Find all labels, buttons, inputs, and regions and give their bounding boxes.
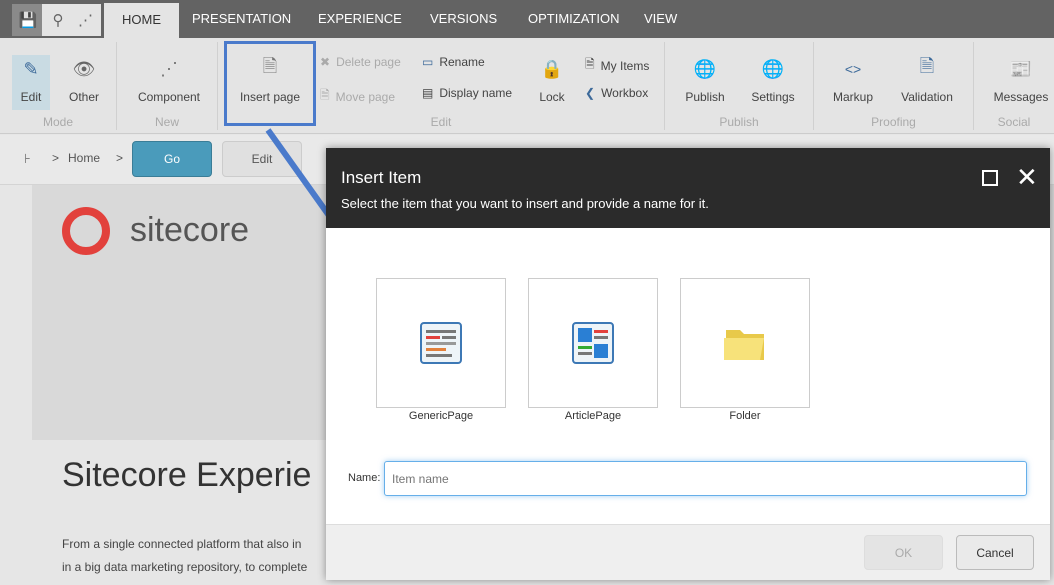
maximize-icon[interactable]: [982, 170, 998, 186]
cancel-button[interactable]: Cancel: [956, 535, 1034, 570]
close-icon[interactable]: ✕: [1016, 162, 1038, 192]
item-genericpage[interactable]: [376, 278, 506, 408]
dialog-subtitle: Select the item that you want to insert …: [341, 196, 709, 211]
item-name-input[interactable]: [384, 461, 1027, 496]
dialog-header: Insert Item Select the item that you wan…: [326, 148, 1050, 228]
item-folder[interactable]: [680, 278, 810, 408]
name-label: Name:: [348, 472, 381, 484]
item-label: Folder: [729, 410, 761, 422]
dialog-title: Insert Item: [341, 168, 422, 187]
item-articlepage[interactable]: [528, 278, 658, 408]
ok-button[interactable]: OK: [864, 535, 943, 570]
item-label: GenericPage: [408, 410, 474, 422]
generic-page-icon: [420, 322, 462, 364]
article-page-icon: [572, 322, 614, 364]
item-label: ArticlePage: [564, 410, 622, 422]
dialog-footer: OK Cancel: [326, 524, 1050, 580]
folder-icon: [724, 330, 764, 360]
insert-item-dialog: Insert Item Select the item that you wan…: [326, 148, 1050, 580]
